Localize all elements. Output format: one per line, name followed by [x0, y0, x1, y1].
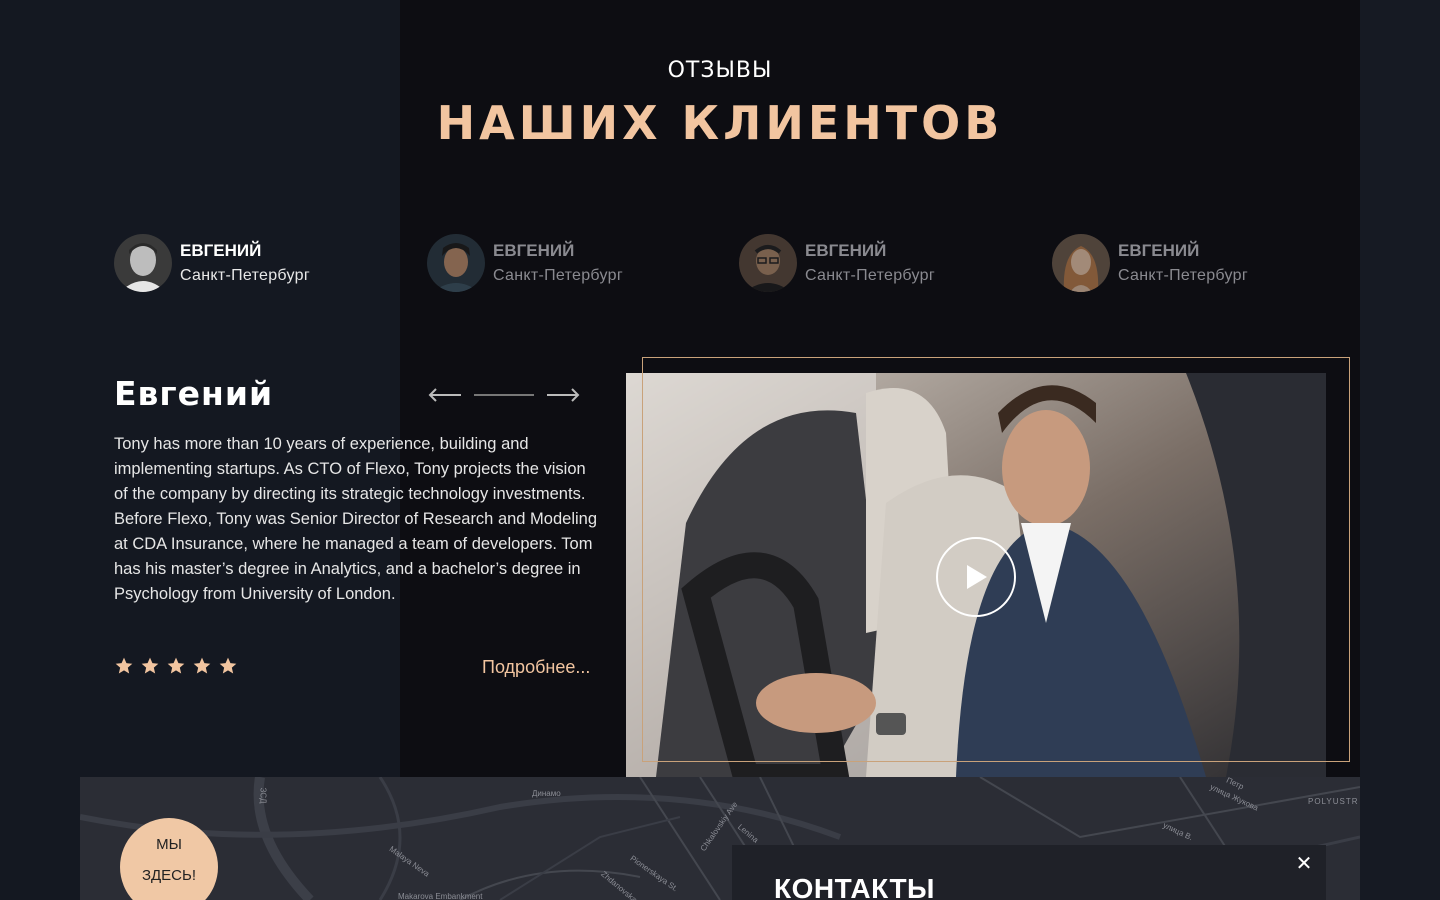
section-headline: НАШИХ КЛИЕНТОВ — [436, 96, 1004, 150]
review-slider-nav — [428, 384, 580, 406]
contacts-panel: КОНТАКТЫ ✕ — [732, 845, 1326, 900]
reviewer-card[interactable]: ЕВГЕНИЙ Санкт-Петербург — [114, 234, 310, 292]
slider-progress-line — [474, 394, 534, 396]
badge-line: ЗДЕСЬ! — [141, 867, 197, 884]
map-label: Makarova Embankment — [398, 892, 483, 900]
reviewer-city: Санкт-Петербург — [1118, 267, 1248, 284]
reviewer-name: ЕВГЕНИЙ — [493, 241, 575, 260]
map-label: Динамо — [532, 789, 561, 798]
arrow-left-icon[interactable] — [428, 384, 462, 406]
star-icon — [193, 657, 211, 674]
avatar — [1052, 234, 1110, 292]
reviewer-name: ЕВГЕНИЙ — [1118, 241, 1200, 260]
reviewer-card[interactable]: ЕВГЕНИЙ Санкт-Петербург — [427, 234, 623, 292]
play-icon[interactable] — [936, 537, 1016, 617]
star-icon — [219, 657, 237, 674]
reviewer-card[interactable]: ЕВГЕНИЙ Санкт-Петербург — [739, 234, 935, 292]
star-icon — [141, 657, 159, 674]
star-icon — [115, 657, 133, 674]
review-author-name: Евгений — [114, 374, 274, 413]
contacts-title: КОНТАКТЫ — [774, 873, 935, 900]
section-eyebrow: ОТЗЫВЫ — [667, 58, 773, 83]
badge-line: МЫ — [156, 836, 182, 853]
reviewer-city: Санкт-Петербург — [805, 267, 935, 284]
review-text: Tony has more than 10 years of experienc… — [114, 435, 598, 603]
map-label: ЗСД — [258, 787, 268, 804]
arrow-right-icon[interactable] — [546, 384, 580, 406]
reviewer-name: ЕВГЕНИЙ — [805, 241, 887, 260]
rating-stars — [114, 656, 238, 676]
reviewer-city: Санкт-Петербург — [493, 267, 623, 284]
reviewer-city: Санкт-Петербург — [180, 267, 310, 284]
avatar — [427, 234, 485, 292]
read-more-link[interactable]: Подробнее... — [482, 657, 590, 678]
avatar — [739, 234, 797, 292]
map-label: POLYUSTR — [1308, 797, 1359, 806]
star-icon — [167, 657, 185, 674]
reviewer-card[interactable]: ЕВГЕНИЙ Санкт-Петербург — [1052, 234, 1248, 292]
reviewer-name: ЕВГЕНИЙ — [180, 241, 262, 260]
close-icon[interactable]: ✕ — [1294, 853, 1314, 873]
avatar — [114, 234, 172, 292]
